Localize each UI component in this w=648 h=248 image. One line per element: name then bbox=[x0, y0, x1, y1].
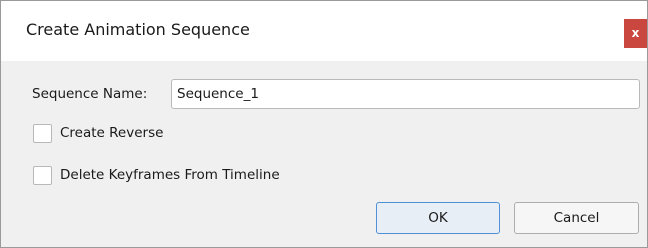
create-reverse-label: Create Reverse bbox=[60, 125, 164, 141]
delete-keyframes-label: Delete Keyframes From Timeline bbox=[60, 167, 280, 183]
close-button[interactable]: x bbox=[624, 19, 647, 48]
dialog-titlebar: Create Animation Sequence x bbox=[1, 1, 647, 61]
delete-keyframes-checkbox[interactable] bbox=[33, 165, 52, 185]
create-reverse-checkbox[interactable] bbox=[33, 123, 52, 143]
create-reverse-option[interactable]: Create Reverse bbox=[33, 122, 163, 144]
dialog-title: Create Animation Sequence bbox=[26, 20, 250, 39]
cancel-button[interactable]: Cancel bbox=[514, 202, 639, 234]
create-animation-sequence-dialog: Create Animation Sequence x Sequence Nam… bbox=[0, 0, 648, 248]
sequence-name-input[interactable] bbox=[171, 79, 640, 109]
close-icon: x bbox=[631, 26, 640, 40]
delete-keyframes-option[interactable]: Delete Keyframes From Timeline bbox=[33, 164, 280, 186]
ok-button[interactable]: OK bbox=[376, 202, 500, 234]
sequence-name-label: Sequence Name: bbox=[32, 86, 148, 102]
